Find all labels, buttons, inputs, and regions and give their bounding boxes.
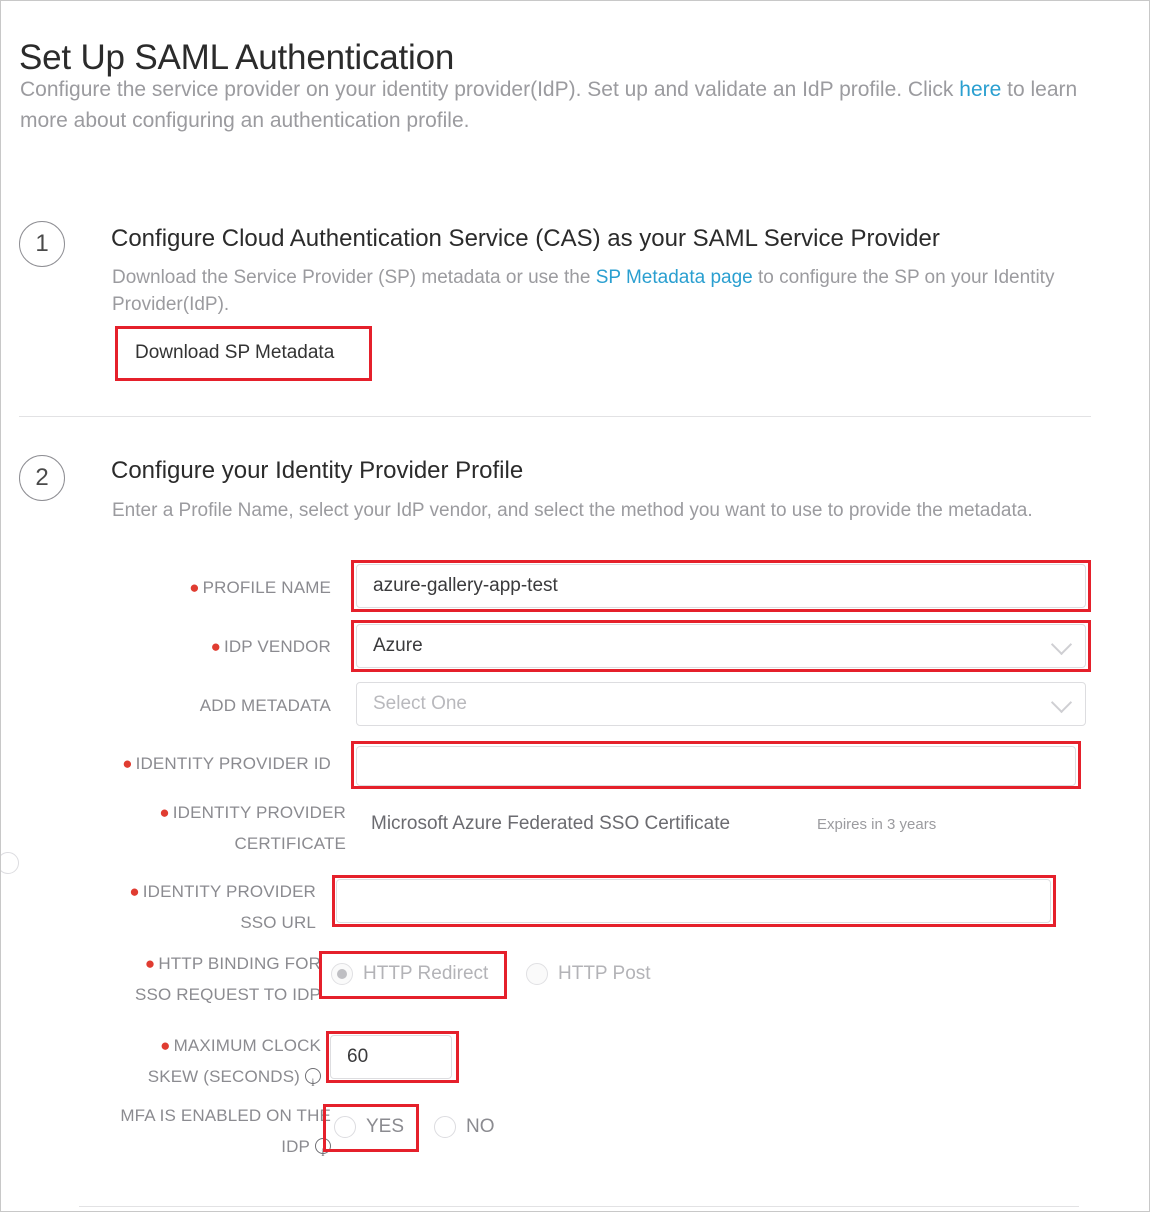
left-edge-handle-icon[interactable] bbox=[1, 852, 19, 874]
chevron-down-icon bbox=[1050, 691, 1073, 714]
add-metadata-label: ADD METADATA bbox=[199, 696, 331, 715]
section-divider-2 bbox=[79, 1206, 1079, 1207]
profile-name-label: ● PROFILE NAME bbox=[61, 573, 331, 603]
step-2-badge: 2 bbox=[19, 455, 65, 501]
download-sp-metadata-button[interactable]: Download SP Metadata bbox=[135, 342, 334, 364]
step-1-badge: 1 bbox=[19, 221, 65, 267]
identity-provider-id-label: ● IDENTITY PROVIDER ID bbox=[41, 749, 331, 779]
step-1-title: Configure Cloud Authentication Service (… bbox=[111, 225, 940, 252]
radio-http-post-icon[interactable] bbox=[526, 963, 548, 985]
page-description-text-1: Configure the service provider on your i… bbox=[20, 78, 960, 101]
identity-provider-sso-url-input[interactable] bbox=[336, 879, 1051, 923]
required-dot-icon: ● bbox=[160, 1036, 171, 1055]
identity-provider-certificate-label-line1: IDENTITY PROVIDER bbox=[172, 803, 346, 822]
identity-provider-certificate-value: Microsoft Azure Federated SSO Certificat… bbox=[371, 813, 731, 834]
max-clock-skew-input[interactable] bbox=[330, 1035, 452, 1079]
required-dot-icon: ● bbox=[159, 803, 170, 822]
required-dot-icon: ● bbox=[129, 882, 140, 901]
step-1-desc-text-1: Download the Service Provider (SP) metad… bbox=[112, 267, 596, 288]
chevron-down-icon bbox=[1050, 633, 1073, 656]
http-binding-option-label: HTTP Post bbox=[558, 963, 651, 984]
idp-vendor-value: Azure bbox=[373, 635, 423, 656]
sp-metadata-page-link[interactable]: SP Metadata page bbox=[596, 267, 753, 288]
max-clock-skew-label-line2: SKEW (SECONDS) bbox=[147, 1067, 300, 1086]
radio-no-icon[interactable] bbox=[434, 1116, 456, 1138]
saml-setup-page: Set Up SAML Authentication Configure the… bbox=[0, 0, 1150, 1212]
mfa-enabled-option-yes[interactable]: YES bbox=[334, 1116, 404, 1138]
required-dot-icon: ● bbox=[189, 578, 200, 597]
section-divider-1 bbox=[19, 416, 1091, 417]
identity-provider-sso-url-label-line2: SSO URL bbox=[240, 913, 316, 932]
identity-provider-sso-url-label: ● IDENTITY PROVIDER SSO URL bbox=[41, 876, 316, 938]
http-binding-label: ● HTTP BINDING FOR SSO REQUEST TO IDP bbox=[41, 948, 321, 1010]
http-binding-label-line2: SSO REQUEST TO IDP bbox=[135, 985, 321, 1004]
max-clock-skew-label: ● MAXIMUM CLOCK SKEW (SECONDS) bbox=[41, 1030, 321, 1098]
step-2-description: Enter a Profile Name, select your IdP ve… bbox=[112, 500, 1033, 521]
mfa-enabled-label-line1: MFA IS ENABLED ON THE bbox=[120, 1106, 331, 1125]
radio-yes-icon[interactable] bbox=[334, 1116, 356, 1138]
profile-name-label-text: PROFILE NAME bbox=[202, 578, 331, 597]
radio-http-redirect-icon[interactable] bbox=[331, 963, 353, 985]
idp-vendor-label: ● IDP VENDOR bbox=[61, 632, 331, 662]
mfa-enabled-option-label: YES bbox=[366, 1116, 405, 1137]
step-2-title: Configure your Identity Provider Profile bbox=[111, 457, 524, 484]
page-title: Set Up SAML Authentication bbox=[19, 38, 455, 78]
add-metadata-value: Select One bbox=[373, 693, 467, 714]
mfa-enabled-label: MFA IS ENABLED ON THE IDP bbox=[41, 1100, 331, 1168]
identity-provider-certificate-label-line2: CERTIFICATE bbox=[234, 834, 346, 853]
mfa-enabled-label-line2: IDP bbox=[281, 1137, 310, 1156]
http-binding-option-label: HTTP Redirect bbox=[363, 963, 489, 984]
http-binding-label-line1: HTTP BINDING FOR bbox=[158, 954, 321, 973]
http-binding-option-http-redirect[interactable]: HTTP Redirect bbox=[331, 963, 488, 985]
mfa-enabled-option-no[interactable]: NO bbox=[434, 1116, 495, 1138]
identity-provider-certificate-label: ● IDENTITY PROVIDER CERTIFICATE bbox=[41, 797, 346, 859]
idp-vendor-label-text: IDP VENDOR bbox=[224, 637, 331, 656]
required-dot-icon: ● bbox=[144, 954, 156, 973]
identity-provider-id-label-text: IDENTITY PROVIDER ID bbox=[135, 754, 331, 773]
required-dot-icon: ● bbox=[122, 754, 133, 773]
mfa-enabled-option-label: NO bbox=[466, 1116, 495, 1137]
identity-provider-id-input[interactable] bbox=[356, 746, 1076, 786]
mfa-enabled-radio-group: YES NO bbox=[326, 1104, 626, 1152]
here-link[interactable]: here bbox=[959, 78, 1001, 101]
profile-name-input[interactable] bbox=[356, 564, 1086, 608]
identity-provider-sso-url-label-line1: IDENTITY PROVIDER bbox=[142, 882, 316, 901]
step-1-description: Download the Service Provider (SP) metad… bbox=[112, 264, 1072, 318]
info-icon[interactable] bbox=[305, 1067, 321, 1098]
http-binding-radio-group: HTTP Redirect HTTP Post bbox=[323, 951, 743, 999]
certificate-expiry-note: Expires in 3 years bbox=[817, 816, 937, 833]
max-clock-skew-label-line1: MAXIMUM CLOCK bbox=[173, 1036, 321, 1055]
http-binding-option-http-post[interactable]: HTTP Post bbox=[526, 963, 651, 985]
add-metadata-select[interactable]: Select One bbox=[356, 682, 1086, 726]
idp-vendor-select[interactable]: Azure bbox=[356, 624, 1086, 668]
required-dot-icon: ● bbox=[210, 637, 221, 656]
page-description: Configure the service provider on your i… bbox=[20, 74, 1110, 136]
